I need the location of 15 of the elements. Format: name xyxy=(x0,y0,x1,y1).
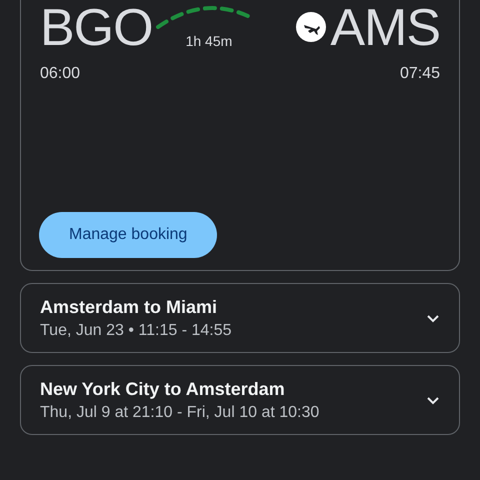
chevron-down-icon[interactable] xyxy=(426,396,440,406)
plane-icon xyxy=(296,12,326,42)
trip-title: New York City to Amsterdam xyxy=(40,379,286,400)
destination-code: AMS xyxy=(330,2,440,54)
flight-duration: 1h 45m xyxy=(186,33,232,49)
trip-card[interactable]: Amsterdam to Miami Tue, Jun 23 • 11:15 - 14:55 xyxy=(20,283,460,353)
trip-card[interactable]: New York City to Amsterdam Thu, Jul 9 at 21:10 - Fri, Jul 10 at 10:30 xyxy=(20,365,460,435)
trip-details: Thu, Jul 9 at 21:10 - Fri, Jul 10 at 10:30 xyxy=(40,404,320,422)
origin-code: BGO xyxy=(40,2,153,54)
trip-details: Tue, Jun 23 • 11:15 - 14:55 xyxy=(40,322,233,340)
manage-booking-button[interactable]: Manage booking xyxy=(39,212,218,258)
trip-title: Amsterdam to Miami xyxy=(40,297,218,318)
arrival-time: 07:45 xyxy=(400,65,440,83)
departure-time: 06:00 xyxy=(40,65,80,83)
chevron-down-icon[interactable] xyxy=(426,314,440,324)
